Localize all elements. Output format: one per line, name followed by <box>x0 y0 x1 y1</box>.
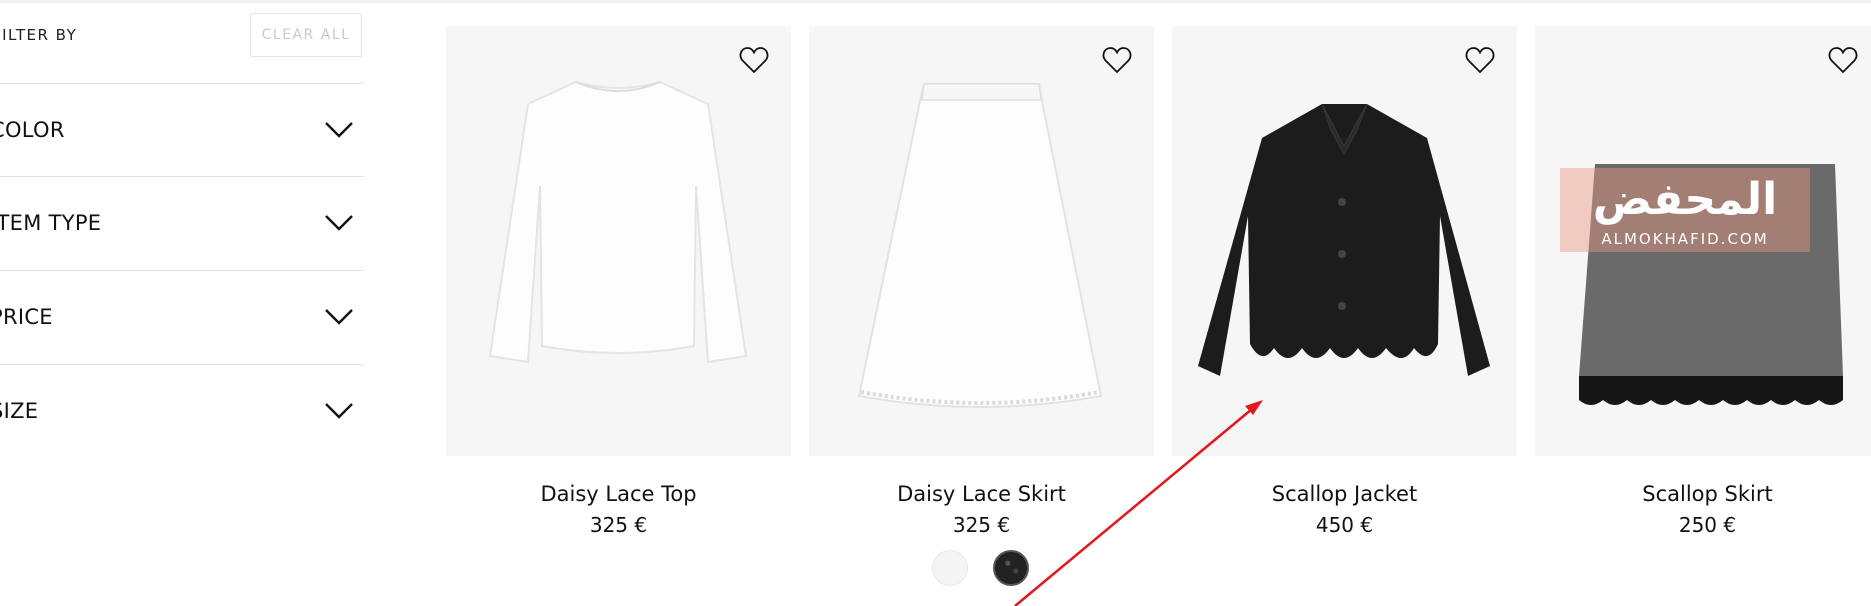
product-image[interactable] <box>446 26 791 456</box>
chevron-down-icon <box>325 122 353 138</box>
facet-label: ITEM TYPE <box>0 211 102 235</box>
clear-all-button[interactable]: CLEAR ALL <box>250 13 362 57</box>
chevron-down-icon <box>325 215 353 231</box>
product-card-scallop-jacket[interactable]: Scallop Jacket 450 € <box>1172 26 1517 537</box>
product-price: 325 € <box>589 513 648 537</box>
chevron-down-icon <box>325 403 353 419</box>
watermark-subtext: ALMOKHAFID.COM <box>1601 230 1769 248</box>
heart-icon[interactable] <box>1465 46 1495 74</box>
heart-icon[interactable] <box>739 46 769 74</box>
facet-color[interactable]: COLOR <box>0 84 364 176</box>
product-name[interactable]: Daisy Lace Top <box>446 482 791 506</box>
product-name[interactable]: Scallop Jacket <box>1172 482 1517 506</box>
heart-icon[interactable] <box>1828 46 1858 74</box>
lace-top-image <box>488 80 748 364</box>
chevron-down-icon <box>325 309 353 325</box>
facet-label: SIZE <box>0 399 39 423</box>
filter-by-heading: FILTER BY <box>0 26 78 44</box>
product-name[interactable]: Daisy Lace Skirt <box>809 482 1154 506</box>
product-card-daisy-lace-skirt[interactable]: Daisy Lace Skirt 325 € <box>809 26 1154 537</box>
facet-price[interactable]: PRICE <box>0 271 364 363</box>
product-card-daisy-lace-top[interactable]: Daisy Lace Top 325 € <box>446 26 791 537</box>
facet-label: COLOR <box>0 118 65 142</box>
color-swatch-black[interactable] <box>993 550 1029 586</box>
watermark-logo: المحفض ALMOKHAFID.COM <box>1560 168 1810 252</box>
product-price: 450 € <box>1315 513 1374 537</box>
watermark-text: المحفض <box>1592 174 1778 225</box>
facet-item-type[interactable]: ITEM TYPE <box>0 177 364 269</box>
facet-label: PRICE <box>0 305 53 329</box>
heart-icon[interactable] <box>1102 46 1132 74</box>
product-name[interactable]: Scallop Skirt <box>1535 482 1871 506</box>
product-image[interactable] <box>809 26 1154 456</box>
lace-skirt-image <box>857 83 1103 408</box>
filter-sidebar: FILTER BY CLEAR ALL COLOR ITEM TYPE PRIC… <box>0 0 364 606</box>
color-swatch-white[interactable] <box>932 550 968 586</box>
facet-size[interactable]: SIZE <box>0 365 364 457</box>
product-image[interactable] <box>1172 26 1517 456</box>
scallop-jacket-image <box>1198 103 1490 376</box>
product-price: 325 € <box>952 513 1011 537</box>
product-price: 250 € <box>1678 513 1737 537</box>
